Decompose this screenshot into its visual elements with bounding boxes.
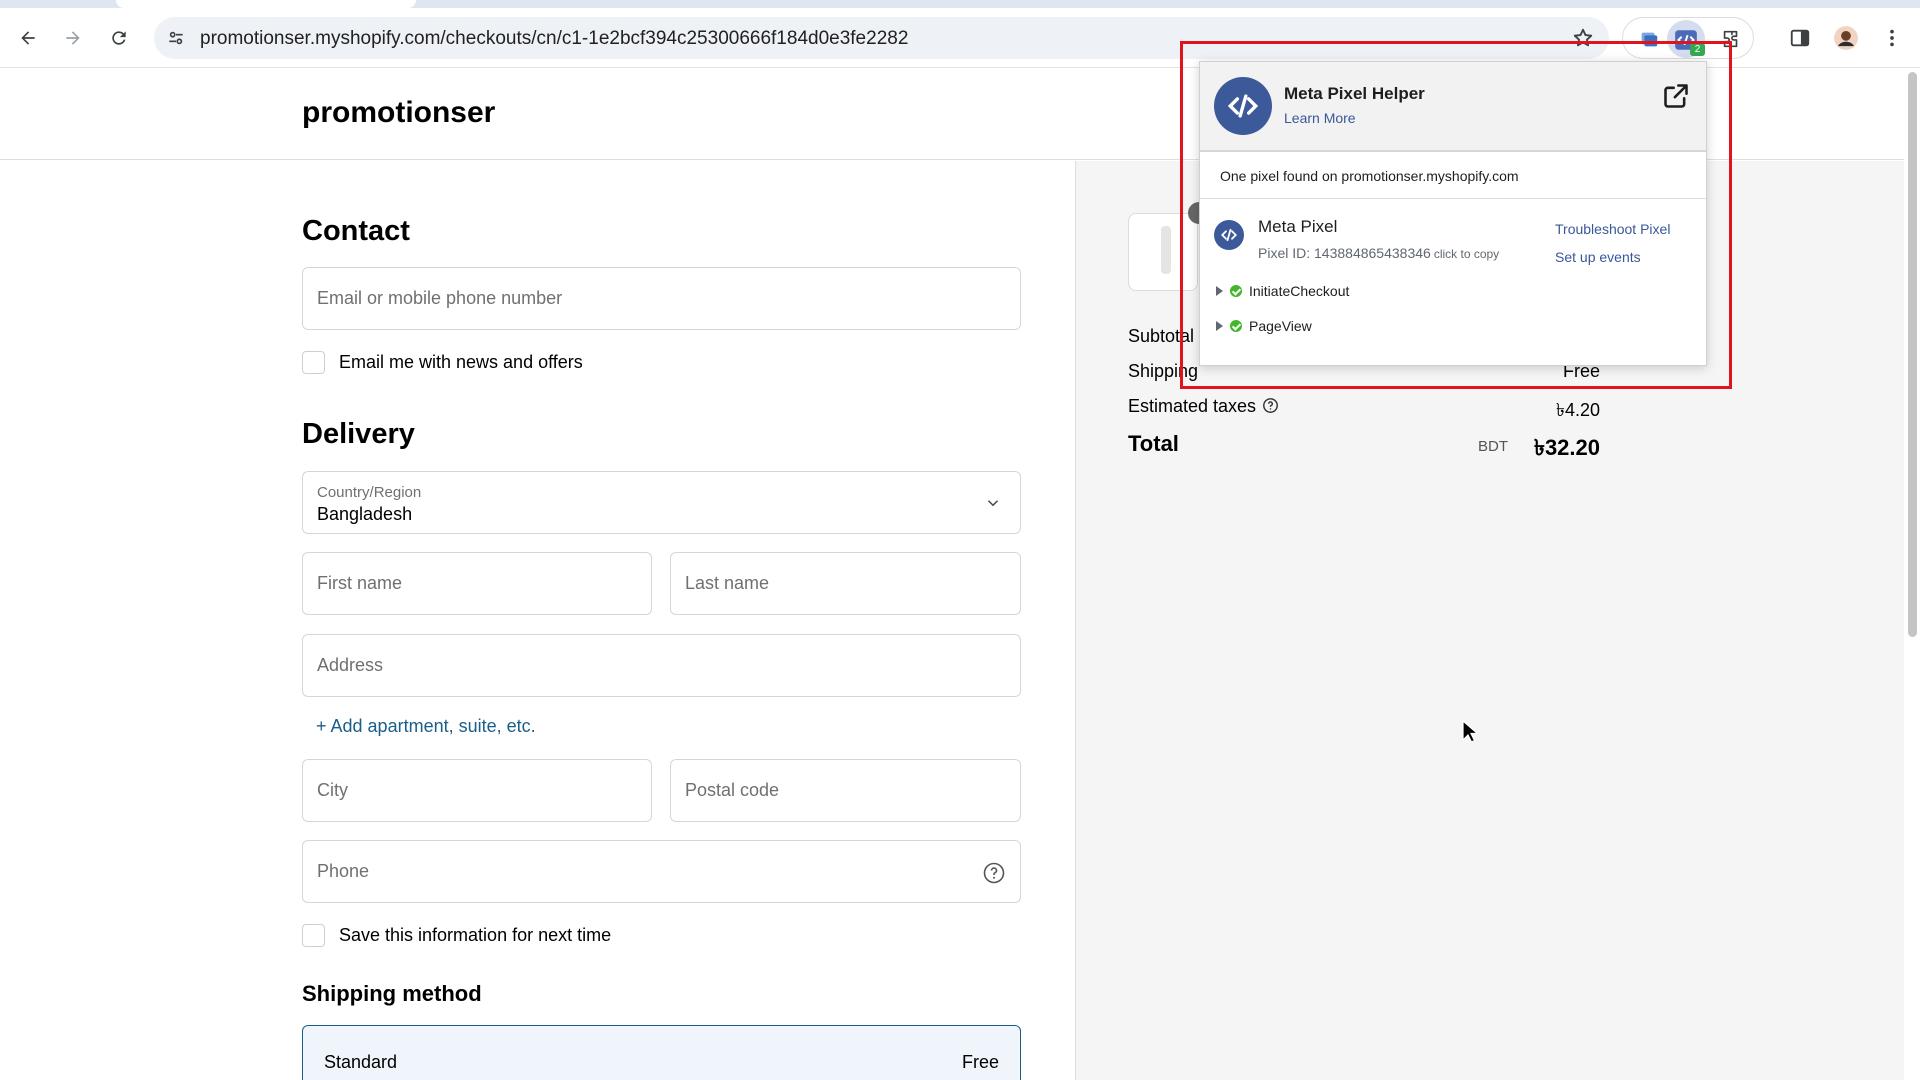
browser-menu-icon[interactable] [1876,22,1908,54]
first-name-field[interactable] [302,552,652,615]
taxes-row: Estimated taxes ৳4.20 [1128,396,1600,420]
last-name-field[interactable] [670,552,1021,615]
help-circle-icon[interactable] [982,861,1006,885]
shipping-option-price: Free [961,1052,999,1072]
arrow-right-icon [66,31,80,45]
reload-button[interactable] [103,22,135,54]
reload-icon [112,31,126,45]
phone-input[interactable] [317,841,1006,902]
postal-code-field[interactable] [670,759,1021,822]
total-currency: BDT [1478,438,1508,455]
back-button[interactable] [12,22,44,54]
taxes-info-icon[interactable] [1262,397,1279,414]
arrow-left-icon [21,31,35,45]
newsletter-label: Email me with news and offers [339,351,583,372]
delivery-heading: Delivery [302,418,415,450]
address-field[interactable] [302,634,1021,697]
first-name-input[interactable] [317,553,637,614]
profile-avatar-icon[interactable] [1830,22,1862,54]
total-value: ৳32.20 [1533,435,1600,460]
taxes-label: Estimated taxes [1128,396,1257,416]
page-scrollbar[interactable] [1904,69,1920,1080]
email-field[interactable] [302,267,1021,330]
forward-button[interactable] [57,22,89,54]
save-info-checkbox[interactable] [302,923,325,947]
address-input[interactable] [317,635,1006,696]
scrollbar-thumb[interactable] [1908,72,1917,637]
newsletter-checkbox-row[interactable]: Email me with news and offers [302,350,583,374]
phone-field[interactable] [302,840,1021,903]
city-input[interactable] [317,760,637,821]
red-highlight-box [1180,41,1732,389]
mouse-cursor-icon [1462,720,1478,743]
save-info-label: Save this information for next time [339,924,612,945]
store-name[interactable]: promotionser [302,96,495,130]
shipping-method-heading: Shipping method [302,981,482,1006]
url-text[interactable]: promotionser.myshopify.com/checkouts/cn/… [200,28,908,50]
active-tab[interactable] [116,0,416,8]
country-label: Country/Region [317,484,422,501]
contact-heading: Contact [302,215,410,247]
save-info-checkbox-row[interactable]: Save this information for next time [302,923,611,947]
site-settings-icon[interactable] [164,26,188,50]
tab-strip [0,0,1920,8]
newsletter-checkbox[interactable] [302,350,325,374]
total-row: Total BDT ৳32.20 [1128,431,1600,461]
postal-code-input[interactable] [685,760,1006,821]
city-field[interactable] [302,759,652,822]
chevron-down-icon [987,500,999,507]
total-label: Total [1128,431,1179,456]
last-name-input[interactable] [685,553,1006,614]
shipping-option-standard[interactable]: Standard Free [302,1025,1021,1080]
country-select[interactable]: Country/Region Bangladesh [302,471,1021,534]
add-apartment-link[interactable]: + Add apartment, suite, etc. [316,716,536,737]
taxes-value: ৳4.20 [1556,400,1600,420]
side-panel-icon[interactable] [1784,22,1816,54]
email-input[interactable] [317,268,1006,329]
shipping-option-name: Standard [324,1052,398,1072]
country-value: Bangladesh [317,504,413,524]
